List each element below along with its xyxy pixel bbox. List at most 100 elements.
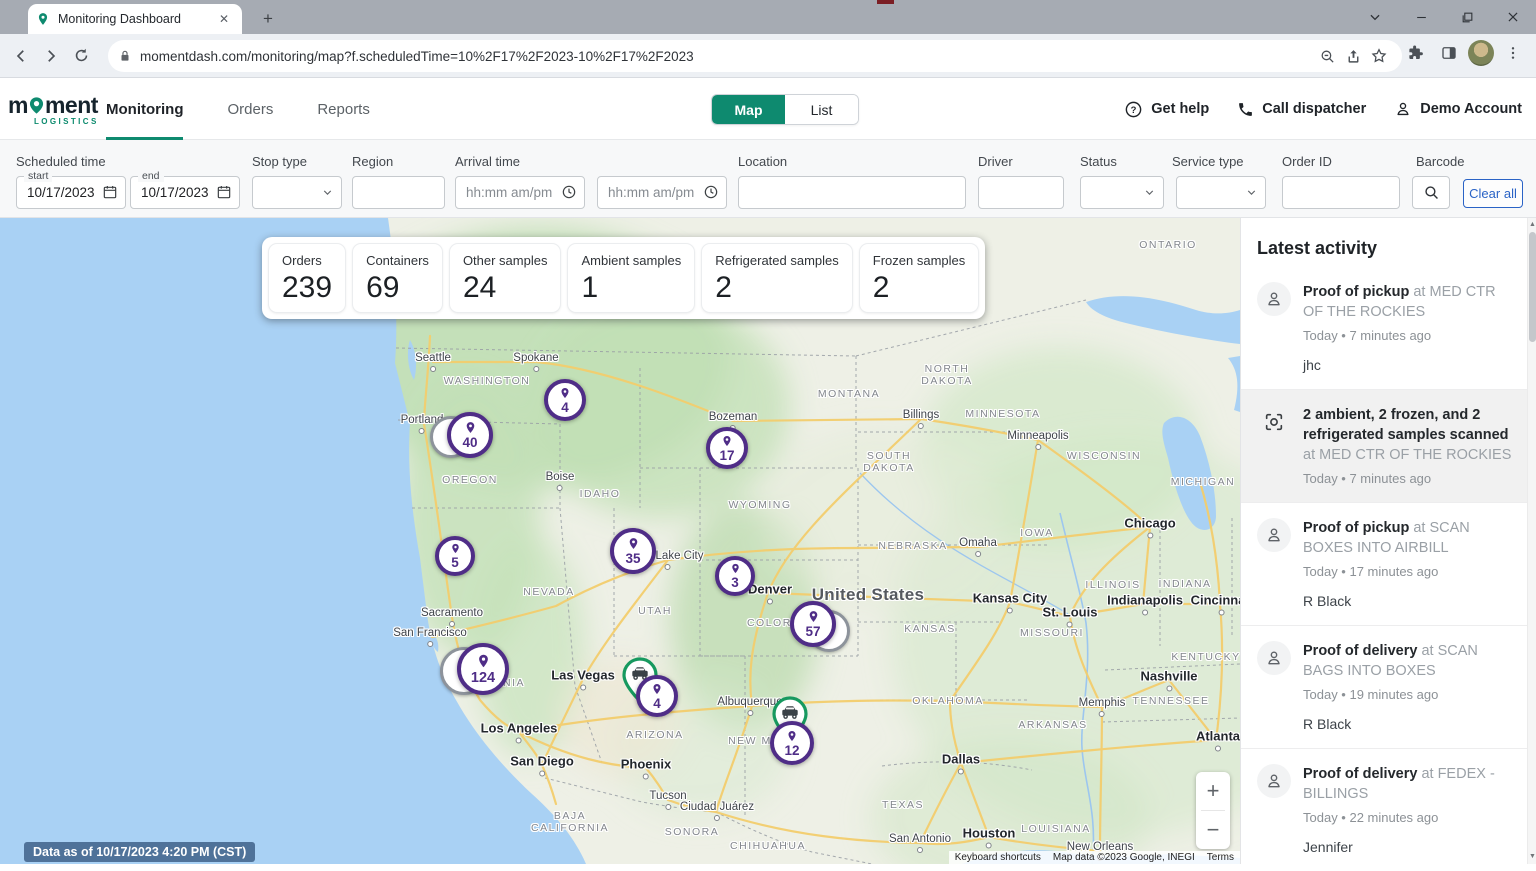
driver-input[interactable] bbox=[978, 176, 1064, 209]
activity-panel: Latest activity Proof of pickup at MED C… bbox=[1240, 218, 1536, 864]
cluster-marker[interactable]: 4 bbox=[544, 379, 586, 421]
call-dispatcher-button[interactable]: Call dispatcher bbox=[1237, 101, 1366, 118]
map-list-toggle[interactable]: Map List bbox=[711, 94, 859, 125]
calendar-icon[interactable] bbox=[102, 184, 118, 200]
activity-action: 2 ambient, 2 frozen, and 2 refrigerated … bbox=[1303, 407, 1509, 443]
cluster-marker[interactable]: 12 bbox=[770, 721, 814, 765]
stat-card: Orders239 bbox=[269, 244, 345, 312]
activity-action: Proof of delivery bbox=[1303, 643, 1417, 659]
zoom-page-icon[interactable] bbox=[1314, 43, 1340, 69]
stat-label: Containers bbox=[366, 253, 429, 268]
terms-link[interactable]: Terms bbox=[1201, 851, 1240, 864]
activity-scrollbar[interactable]: ▲ ▼ bbox=[1527, 218, 1536, 864]
scroll-down-icon[interactable]: ▼ bbox=[1528, 851, 1536, 863]
extensions-puzzle-icon[interactable] bbox=[1400, 38, 1430, 68]
clear-all-button[interactable]: Clear all bbox=[1463, 179, 1523, 208]
cluster-marker[interactable]: 57 bbox=[790, 601, 836, 647]
cluster-count: 4 bbox=[653, 697, 661, 711]
map-canvas[interactable]: SeattleSpokaneWASHINGTONPortlandOREGONMO… bbox=[0, 218, 1240, 864]
reload-button[interactable] bbox=[66, 41, 96, 71]
location-pin-icon bbox=[559, 386, 571, 400]
url-bar[interactable]: momentdash.com/monitoring/map?f.schedule… bbox=[108, 40, 1402, 72]
location-pin-icon bbox=[721, 434, 733, 448]
location-pin-icon bbox=[450, 542, 461, 555]
data-as-of-badge: Data as of 10/17/2023 4:20 PM (CST) bbox=[24, 842, 255, 862]
cluster-count: 35 bbox=[625, 552, 640, 566]
stat-value: 239 bbox=[282, 272, 332, 304]
window-minimize-button[interactable] bbox=[1398, 0, 1444, 34]
nav-orders[interactable]: Orders bbox=[227, 78, 273, 140]
keyboard-shortcuts-link[interactable]: Keyboard shortcuts bbox=[949, 851, 1047, 864]
zoom-in-button[interactable]: + bbox=[1196, 772, 1230, 810]
location-input[interactable] bbox=[738, 176, 966, 209]
activity-body: Proof of delivery at SCAN BAGS INTO BOXE… bbox=[1303, 641, 1516, 732]
browser-tab[interactable]: Monitoring Dashboard ✕ bbox=[28, 4, 242, 34]
logo-pin-icon bbox=[29, 96, 44, 115]
stats-bar: Orders239Containers69Other samples24Ambi… bbox=[262, 237, 985, 319]
map-zoom-control[interactable]: + − bbox=[1196, 772, 1230, 849]
forward-button[interactable] bbox=[36, 41, 66, 71]
arrival-end-input[interactable]: hh:mm am/pm bbox=[597, 176, 727, 209]
stat-card: Refrigerated samples2 bbox=[702, 244, 852, 312]
scan-icon bbox=[1257, 405, 1291, 439]
browser-menu-icon[interactable] bbox=[1498, 38, 1528, 68]
chevron-down-icon bbox=[321, 186, 334, 199]
activity-item[interactable]: Proof of pickup at SCAN BOXES INTO AIRBI… bbox=[1241, 502, 1536, 625]
cluster-marker[interactable]: 17 bbox=[706, 427, 748, 469]
toggle-list-button[interactable]: List bbox=[785, 95, 858, 124]
window-close-button[interactable] bbox=[1490, 0, 1536, 34]
scrollbar-thumb[interactable] bbox=[1529, 232, 1536, 342]
share-icon[interactable] bbox=[1340, 43, 1366, 69]
activity-text: Proof of delivery at SCAN BAGS INTO BOXE… bbox=[1303, 641, 1516, 681]
new-tab-button[interactable]: + bbox=[256, 8, 280, 32]
region-input[interactable] bbox=[352, 176, 445, 209]
profile-avatar[interactable] bbox=[1468, 40, 1494, 66]
window-maximize-button[interactable] bbox=[1444, 0, 1490, 34]
arrival-start-input[interactable]: hh:mm am/pm bbox=[455, 176, 585, 209]
side-panel-icon[interactable] bbox=[1434, 38, 1464, 68]
activity-action: Proof of delivery bbox=[1303, 766, 1417, 782]
clock-icon[interactable] bbox=[561, 184, 577, 200]
cluster-marker[interactable]: 124 bbox=[457, 643, 509, 695]
toggle-map-button[interactable]: Map bbox=[712, 95, 785, 124]
scheduled-start-input[interactable]: start 10/17/2023 bbox=[16, 176, 126, 209]
get-help-button[interactable]: ? Get help bbox=[1124, 100, 1209, 119]
location-pin-icon bbox=[786, 729, 798, 743]
activity-item[interactable]: Proof of delivery at FEDEX - BILLINGSTod… bbox=[1241, 748, 1536, 871]
location-pin-icon bbox=[464, 420, 477, 435]
tab-list-chevron-icon[interactable] bbox=[1352, 0, 1398, 34]
activity-item[interactable]: 2 ambient, 2 frozen, and 2 refrigerated … bbox=[1241, 389, 1536, 502]
calendar-icon[interactable] bbox=[216, 184, 232, 200]
order-id-input[interactable] bbox=[1282, 176, 1400, 209]
location-pin-icon bbox=[476, 652, 491, 670]
demo-account-button[interactable]: Demo Account bbox=[1394, 100, 1522, 118]
cluster-marker[interactable]: 5 bbox=[435, 536, 475, 576]
zoom-out-button[interactable]: − bbox=[1196, 811, 1230, 849]
stat-value: 24 bbox=[463, 272, 548, 304]
cluster-marker[interactable]: 4 bbox=[636, 675, 678, 717]
cluster-marker[interactable]: 35 bbox=[610, 528, 656, 574]
activity-item[interactable]: Proof of delivery at SCAN BAGS INTO BOXE… bbox=[1241, 625, 1536, 748]
activity-action: Proof of pickup bbox=[1303, 284, 1409, 300]
service-type-select[interactable] bbox=[1176, 176, 1266, 209]
back-button[interactable] bbox=[6, 41, 36, 71]
barcode-search-button[interactable] bbox=[1412, 176, 1450, 209]
person-icon bbox=[1257, 764, 1291, 798]
status-select[interactable] bbox=[1080, 176, 1164, 209]
tab-title: Monitoring Dashboard bbox=[58, 12, 214, 26]
activity-item[interactable]: Proof of pickup at MED CTR OF THE ROCKIE… bbox=[1241, 267, 1536, 389]
logo-subtitle: LOGISTICS bbox=[34, 117, 100, 126]
nav-reports[interactable]: Reports bbox=[317, 78, 370, 140]
scroll-up-icon[interactable]: ▲ bbox=[1528, 219, 1536, 231]
nav-monitoring[interactable]: Monitoring bbox=[106, 78, 183, 140]
clock-icon[interactable] bbox=[703, 184, 719, 200]
bookmark-star-icon[interactable] bbox=[1366, 43, 1392, 69]
tab-close-icon[interactable]: ✕ bbox=[214, 10, 234, 28]
scheduled-end-input[interactable]: end 10/17/2023 bbox=[130, 176, 240, 209]
stop-type-select[interactable] bbox=[252, 176, 342, 209]
screen-artifact bbox=[877, 0, 894, 4]
cluster-marker[interactable]: 3 bbox=[715, 556, 755, 596]
arrival-time-label: Arrival time bbox=[455, 154, 520, 169]
cluster-marker[interactable]: 40 bbox=[447, 412, 493, 458]
order-id-label: Order ID bbox=[1282, 154, 1332, 169]
